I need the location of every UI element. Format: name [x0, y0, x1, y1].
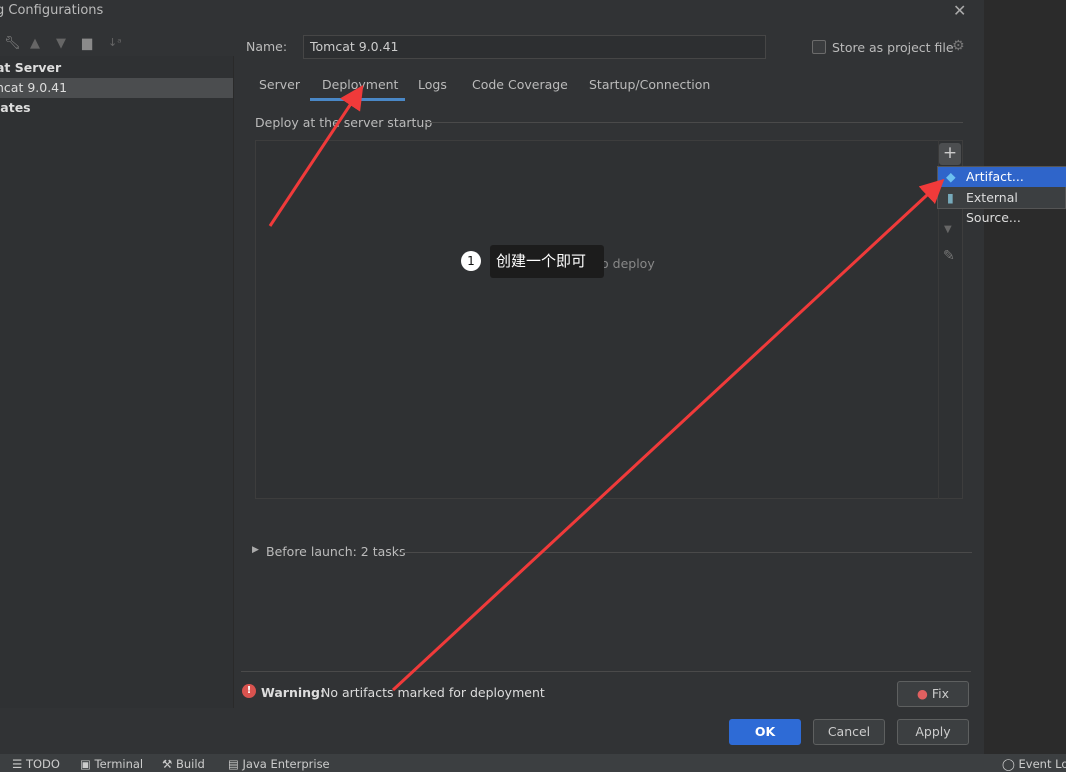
- divider: [425, 122, 963, 123]
- fix-button[interactable]: ● Fix: [897, 681, 969, 707]
- sort-az-icon[interactable]: ↓ᵃ: [108, 36, 122, 49]
- tree-item-tomcat-9[interactable]: ncat 9.0.41: [0, 80, 67, 95]
- warning-label: Warning:: [261, 685, 325, 700]
- edit-pencil-icon[interactable]: ✎: [943, 248, 955, 264]
- tree-item-templates[interactable]: lates: [0, 100, 31, 115]
- name-input[interactable]: Tomcat 9.0.41: [303, 35, 766, 59]
- tab-logs[interactable]: Logs: [418, 77, 447, 92]
- annotation-tooltip: 创建一个即可: [490, 245, 604, 278]
- name-label: Name:: [246, 39, 288, 54]
- status-terminal[interactable]: ▣ Terminal: [80, 757, 143, 771]
- status-java-enterprise[interactable]: ▤ Java Enterprise: [228, 757, 330, 771]
- close-icon[interactable]: ✕: [953, 1, 966, 20]
- wrench-icon[interactable]: 🔧︎: [4, 36, 21, 51]
- config-tree-panel: [0, 56, 234, 708]
- add-dropdown-menu: ◆ Artifact... ▮ External Source...: [937, 166, 1066, 225]
- apply-button[interactable]: Apply: [897, 719, 969, 745]
- annotation-number: 1: [461, 251, 481, 271]
- tree-item-tomcat-server[interactable]: at Server: [0, 60, 61, 75]
- dialog-title: g Configurations: [0, 3, 104, 18]
- arrow-down-icon[interactable]: ▼: [56, 36, 66, 51]
- divider: [241, 671, 971, 672]
- store-as-project-checkbox[interactable]: [812, 40, 826, 54]
- tab-startup-connection[interactable]: Startup/Connection: [589, 77, 710, 92]
- before-launch-label[interactable]: Before launch: 2 tasks: [266, 544, 406, 559]
- ok-button[interactable]: OK: [729, 719, 801, 745]
- bulb-icon: ●: [916, 686, 928, 701]
- ide-background: [984, 0, 1066, 754]
- external-source-icon: ▮: [947, 190, 954, 205]
- cancel-button[interactable]: Cancel: [813, 719, 885, 745]
- deploy-list[interactable]: [255, 140, 963, 499]
- new-folder-icon[interactable]: ▆: [82, 36, 92, 51]
- store-as-project-label[interactable]: Store as project file: [832, 40, 954, 55]
- arrow-up-icon[interactable]: ▲: [30, 36, 40, 51]
- warning-text: No artifacts marked for deployment: [321, 685, 545, 700]
- divider: [400, 552, 972, 553]
- expand-arrow-icon[interactable]: ▶: [252, 545, 259, 555]
- tab-server[interactable]: Server: [259, 77, 300, 92]
- tab-code-coverage[interactable]: Code Coverage: [472, 77, 568, 92]
- deploy-section-label: Deploy at the server startup: [255, 115, 433, 130]
- status-todo[interactable]: ☰ TODO: [12, 757, 60, 771]
- add-button[interactable]: +: [939, 143, 961, 165]
- artifact-icon: ◆: [946, 169, 956, 184]
- status-bar: ☰ TODO ▣ Terminal ⚒ Build ▤ Java Enterpr…: [0, 754, 1066, 772]
- tab-deployment[interactable]: Deployment: [322, 77, 398, 92]
- menu-item-artifact[interactable]: ◆ Artifact...: [938, 167, 1066, 187]
- active-tab-indicator: [310, 98, 405, 101]
- status-event-log[interactable]: ◯ Event Log: [1002, 757, 1066, 771]
- move-down-icon[interactable]: ▼: [944, 224, 952, 235]
- menu-item-external-source[interactable]: ▮ External Source...: [938, 188, 1066, 225]
- warning-icon: !: [242, 684, 256, 698]
- status-build[interactable]: ⚒ Build: [162, 757, 205, 771]
- gear-icon[interactable]: ⚙: [952, 38, 965, 54]
